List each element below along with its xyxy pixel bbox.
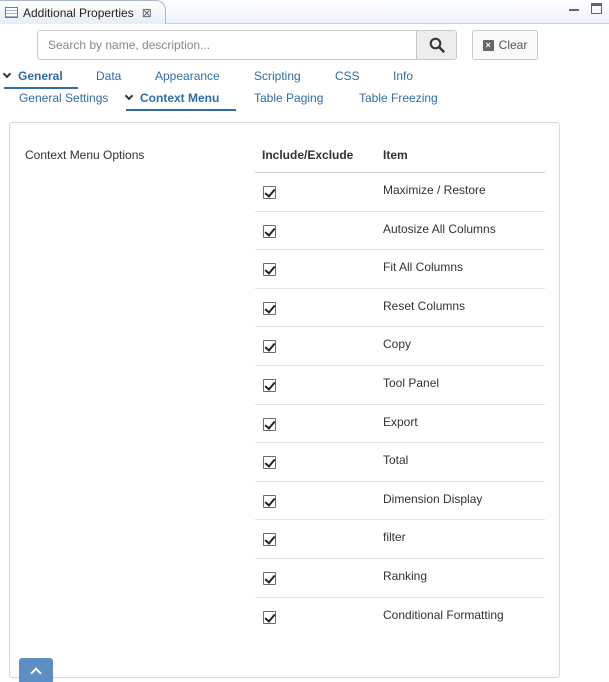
context-menu-table: Maximize / Restore Autosize All Columns … xyxy=(255,172,545,636)
table-row: Fit All Columns xyxy=(255,250,545,289)
table-row: Conditional Formatting xyxy=(255,598,545,637)
tab-context-menu[interactable]: Context Menu xyxy=(124,91,236,111)
context-menu-panel: Context Menu Options Include/Exclude Ite… xyxy=(9,122,560,678)
item-label: Total xyxy=(383,453,409,468)
chevron-up-icon xyxy=(30,666,42,679)
include-checkbox[interactable] xyxy=(263,417,276,431)
include-checkbox[interactable] xyxy=(263,571,276,585)
tab-label: Context Menu xyxy=(140,91,220,105)
clear-button[interactable]: × Clear xyxy=(472,30,538,60)
item-header: Item xyxy=(383,148,408,162)
table-row: Export xyxy=(255,405,545,444)
table-row: filter xyxy=(255,520,545,559)
include-checkbox[interactable] xyxy=(263,224,276,238)
tab-general[interactable]: General xyxy=(2,69,78,89)
tab-css[interactable]: CSS xyxy=(335,69,360,89)
minimize-icon xyxy=(569,4,579,11)
include-checkbox[interactable] xyxy=(263,263,276,277)
tab-label: General xyxy=(18,69,63,83)
item-label: Dimension Display xyxy=(383,491,483,506)
tab-table-freezing[interactable]: Table Freezing xyxy=(359,91,438,111)
item-label: Fit All Columns xyxy=(383,260,464,275)
tab-appearance[interactable]: Appearance xyxy=(155,69,220,89)
table-row: Total xyxy=(255,443,545,482)
tab-table-paging[interactable]: Table Paging xyxy=(254,91,323,111)
search-button[interactable] xyxy=(416,31,456,59)
table-row: Autosize All Columns xyxy=(255,212,545,251)
include-checkbox[interactable] xyxy=(263,494,276,508)
item-label: Tool Panel xyxy=(383,375,440,390)
include-checkbox[interactable] xyxy=(263,456,276,470)
item-label: Autosize All Columns xyxy=(383,221,496,236)
clear-label: Clear xyxy=(498,38,528,52)
view-title-bar: Additional Properties ⊠ xyxy=(0,0,609,24)
minimize-button[interactable] xyxy=(569,3,581,15)
include-checkbox[interactable] xyxy=(263,533,276,547)
tab-scripting[interactable]: Scripting xyxy=(254,69,301,89)
item-label: Copy xyxy=(383,337,412,352)
item-label: Conditional Formatting xyxy=(383,607,504,622)
item-label: Export xyxy=(383,414,418,429)
table-row: Dimension Display xyxy=(255,482,545,521)
chevron-down-icon xyxy=(124,91,134,101)
search-icon xyxy=(429,37,445,53)
view-tab-additional-properties[interactable]: Additional Properties ⊠ xyxy=(0,0,166,24)
item-label: Ranking xyxy=(383,568,428,583)
include-checkbox[interactable] xyxy=(263,610,276,624)
item-label: Reset Columns xyxy=(383,298,466,313)
clear-icon: × xyxy=(482,39,494,51)
table-row: Maximize / Restore xyxy=(255,173,545,212)
include-checkbox[interactable] xyxy=(263,378,276,392)
section-label: Context Menu Options xyxy=(25,148,145,162)
item-label: filter xyxy=(383,530,406,545)
tab-info[interactable]: Info xyxy=(393,69,413,89)
table-row: Reset Columns xyxy=(255,289,545,328)
maximize-icon xyxy=(591,3,602,14)
properties-icon xyxy=(5,7,18,18)
include-checkbox[interactable] xyxy=(263,186,276,199)
view-tab-label: Additional Properties xyxy=(23,5,134,20)
maximize-button[interactable] xyxy=(591,3,603,15)
tab-general-settings[interactable]: General Settings xyxy=(19,91,108,111)
include-checkbox[interactable] xyxy=(263,340,276,354)
search-input[interactable] xyxy=(38,31,416,59)
close-icon[interactable]: ⊠ xyxy=(142,6,152,20)
table-row: Ranking xyxy=(255,559,545,598)
chevron-down-icon xyxy=(2,69,12,79)
tab-data[interactable]: Data xyxy=(96,69,121,89)
include-checkbox[interactable] xyxy=(263,301,276,315)
table-row: Tool Panel xyxy=(255,366,545,405)
include-exclude-header: Include/Exclude xyxy=(262,148,354,162)
table-row: Copy xyxy=(255,327,545,366)
item-label: Maximize / Restore xyxy=(383,183,486,197)
scroll-to-top-button[interactable] xyxy=(19,658,53,682)
search-box xyxy=(37,30,457,60)
